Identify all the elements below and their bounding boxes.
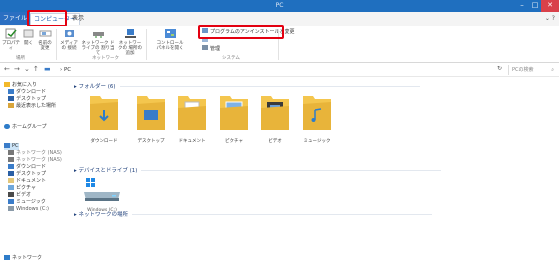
homegroup-icon — [4, 124, 10, 129]
sidebar-item-desktop[interactable]: デスクトップ — [8, 96, 46, 103]
folder-music[interactable]: ミュージック — [297, 92, 337, 144]
network-drive-icon — [8, 150, 14, 155]
close-button[interactable]: ✕ — [541, 0, 559, 12]
tab-file[interactable]: ファイル — [0, 12, 31, 25]
address-bar: ← → ⌄ ↑ ▬ › PC ↻ PCの検索 ⌕ — [0, 63, 559, 77]
sidebar-item-favorites[interactable]: お気に入り — [4, 82, 37, 89]
uninstall-highlight — [198, 25, 284, 39]
devices-section-header[interactable]: ▸ デバイスとドライブ (1) — [74, 166, 442, 174]
sidebar-item-c-drive[interactable]: Windows (C:) — [8, 206, 49, 213]
music-folder-icon — [303, 96, 331, 130]
desktop-icon — [8, 96, 14, 101]
network-drive-icon — [92, 32, 104, 38]
back-icon[interactable]: ← — [4, 65, 10, 73]
properties-icon — [5, 28, 17, 39]
access-media-button[interactable]: メディアの 接続 — [59, 28, 79, 51]
network-location-icon — [124, 29, 136, 38]
refresh-icon[interactable]: ↻ — [497, 65, 502, 72]
navigation-pane: お気に入り ダウンロード デスクトップ 最近表示した場所 ホームグループ PC … — [0, 78, 68, 273]
desktop-icon — [8, 171, 14, 176]
add-network-location-button[interactable]: ネットワークの 場所の追加 — [117, 28, 143, 56]
folder-pictures[interactable]: ピクチャ — [214, 92, 254, 144]
minimize-button[interactable]: – — [515, 0, 529, 12]
maximize-button[interactable]: □ — [528, 0, 542, 12]
rename-button[interactable]: 名前の 変更 — [37, 28, 53, 51]
sidebar-item-pc-desktop[interactable]: デスクトップ — [8, 171, 46, 178]
sidebar-item-network[interactable]: ネットワーク — [4, 255, 42, 262]
media-icon — [64, 30, 74, 37]
ribbon-separator — [56, 29, 57, 60]
up-icon[interactable]: ↑ — [33, 65, 39, 73]
folder-documents[interactable]: ドキュメント — [172, 92, 212, 144]
sidebar-item-network-share[interactable]: ネットワーク (NAS) — [8, 150, 62, 157]
sidebar-item-pictures[interactable]: ピクチャ — [8, 185, 36, 192]
folder-downloads[interactable]: ダウンロード — [84, 92, 124, 144]
properties-button[interactable]: プロパティ — [2, 28, 20, 51]
download-icon — [8, 164, 14, 169]
group-network-label: ネットワーク — [92, 56, 119, 61]
videos-icon — [8, 192, 14, 197]
network-icon — [4, 255, 10, 260]
windows-drive-icon — [84, 178, 120, 201]
desktop-folder-icon — [137, 96, 165, 130]
forward-icon[interactable]: → — [14, 65, 20, 73]
network-locations-header[interactable]: ▸ ネットワークの場所 — [74, 210, 433, 218]
pc-icon — [4, 143, 10, 148]
address-path[interactable]: › PC — [60, 65, 483, 75]
star-icon — [4, 82, 10, 87]
manage-icon — [202, 45, 208, 50]
control-panel-button[interactable]: コントロール パネルを開く — [154, 28, 186, 51]
drive-c[interactable]: Windows (C:) — [80, 178, 124, 213]
search-input[interactable]: PCの検索 ⌕ — [508, 65, 557, 75]
open-button[interactable]: 開く — [22, 28, 35, 46]
open-icon — [23, 29, 34, 38]
folder-desktop[interactable]: デスクトップ — [131, 92, 171, 144]
group-location-label: 場所 — [16, 56, 25, 61]
tab-view[interactable]: 表示 — [69, 13, 87, 25]
folders-section-header[interactable]: ▸ フォルダー (6) — [74, 82, 420, 90]
documents-folder-icon — [178, 96, 206, 130]
map-network-drive-button[interactable]: ネットワーク ドライブの 割り当て — [81, 28, 115, 56]
music-icon — [8, 199, 14, 204]
sidebar-item-pc[interactable]: PC — [4, 143, 19, 150]
network-drive-icon — [8, 157, 14, 162]
pictures-icon — [8, 185, 14, 190]
ribbon-expand-icon[interactable]: ⌄ ? — [545, 15, 555, 22]
documents-icon — [8, 178, 14, 183]
pictures-folder-icon — [220, 96, 248, 130]
sidebar-item-pc-downloads[interactable]: ダウンロード — [8, 164, 46, 171]
recent-dropdown-icon[interactable]: ⌄ — [24, 65, 30, 73]
sidebar-item-recent[interactable]: 最近表示した場所 — [8, 103, 56, 110]
ribbon-tabs: ファイル コンピューター 表示 ⌄ ? — [0, 12, 559, 26]
manage-item[interactable]: 管理 — [202, 45, 220, 53]
sidebar-item-homegroup[interactable]: ホームグループ — [4, 124, 47, 131]
drive-icon — [8, 206, 14, 211]
videos-folder-icon — [261, 96, 289, 130]
folder-videos[interactable]: ビデオ — [255, 92, 295, 144]
sidebar-item-videos[interactable]: ビデオ — [8, 192, 31, 199]
sidebar-item-network-share[interactable]: ネットワーク (NAS) — [8, 157, 62, 164]
content-pane: ▸ フォルダー (6) ダウンロード デスクトップ ドキュメント ピクチャ ビデ… — [70, 78, 559, 273]
downloads-folder-icon — [90, 96, 118, 130]
computer-tab-highlight — [27, 10, 67, 27]
group-system-label: システム — [222, 56, 240, 61]
recent-places-icon — [8, 103, 14, 108]
download-icon — [8, 89, 14, 94]
search-icon: ⌕ — [551, 67, 554, 73]
rename-icon — [39, 30, 51, 37]
sidebar-item-music[interactable]: ミュージック — [8, 199, 46, 206]
pc-icon: ▬ — [44, 65, 51, 73]
ribbon-separator — [146, 29, 147, 60]
sidebar-item-downloads[interactable]: ダウンロード — [8, 89, 46, 96]
control-panel-icon — [164, 29, 176, 38]
window-title: PC — [275, 2, 284, 9]
sidebar-item-documents[interactable]: ドキュメント — [8, 178, 46, 185]
title-bar: PC – □ ✕ — [0, 0, 559, 12]
